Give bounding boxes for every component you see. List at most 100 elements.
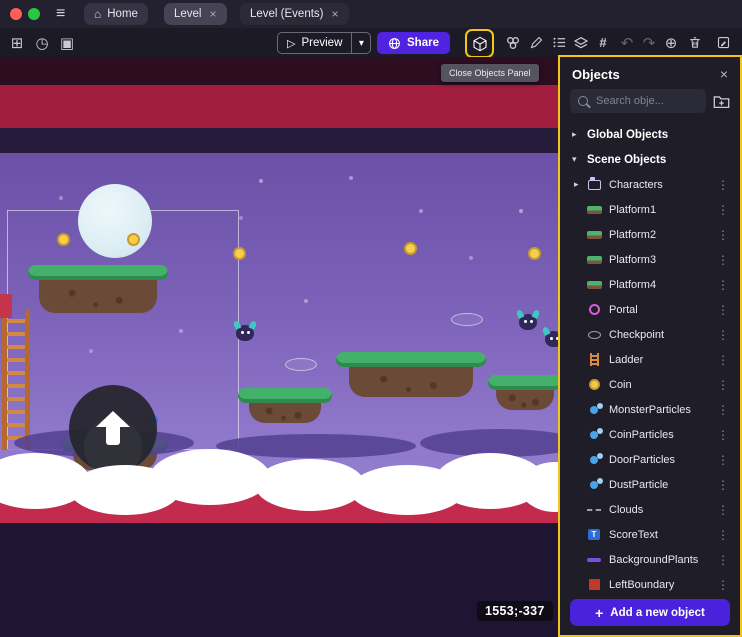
edit-scene-icon[interactable] (712, 28, 734, 57)
section-global-objects[interactable]: ▸ Global Objects (560, 122, 740, 147)
undo-icon[interactable]: ↶ (616, 28, 638, 57)
tab-close-icon[interactable]: × (210, 7, 217, 21)
tooltip: Close Objects Panel (441, 64, 539, 82)
object-row-Platform2[interactable]: ▸ Platform2 ⋮ (560, 222, 740, 247)
object-row-Clouds[interactable]: ▸ Clouds ⋮ (560, 497, 740, 522)
layers-icon[interactable] (570, 28, 592, 57)
object-row-Platform4[interactable]: ▸ Platform4 ⋮ (560, 272, 740, 297)
layout-grid-icon[interactable]: ⊞ (6, 28, 28, 57)
search-box[interactable] (570, 89, 706, 113)
cloud-object[interactable] (255, 459, 365, 511)
object-label: DoorParticles (609, 454, 714, 466)
object-label: Portal (609, 304, 714, 316)
object-label: Checkpoint (609, 329, 714, 341)
moon-object[interactable] (78, 184, 152, 258)
kebab-menu-icon[interactable]: ⋮ (714, 578, 732, 592)
kebab-menu-icon[interactable]: ⋮ (714, 553, 732, 567)
clock-icon[interactable]: ◷ (31, 28, 53, 57)
coin-object[interactable] (404, 242, 417, 255)
image-icon[interactable]: ▣ (56, 28, 78, 57)
pencil-icon[interactable] (525, 28, 547, 57)
object-row-DoorParticles[interactable]: ▸ DoorParticles ⋮ (560, 447, 740, 472)
monster-object[interactable] (236, 325, 254, 341)
search-input[interactable] (594, 94, 698, 108)
kebab-menu-icon[interactable]: ⋮ (714, 453, 732, 467)
object-row-ScoreText[interactable]: ▸ ScoreText ⋮ (560, 522, 740, 547)
add-folder-icon[interactable] (713, 94, 730, 109)
toolbar: ⊞ ◷ ▣ ▷ Preview ▾ Share (0, 28, 742, 57)
add-new-object-button[interactable]: + Add a new object (570, 599, 730, 626)
object-label: CoinParticles (609, 429, 714, 441)
kebab-menu-icon[interactable]: ⋮ (714, 328, 732, 342)
object-groups-icon[interactable] (502, 28, 524, 57)
object-row-LeftBoundary[interactable]: ▸ LeftBoundary ⋮ (560, 572, 740, 597)
object-row-BackgroundPlants[interactable]: ▸ BackgroundPlants ⋮ (560, 547, 740, 572)
kebab-menu-icon[interactable]: ⋮ (714, 278, 732, 292)
coin-object[interactable] (57, 233, 70, 246)
move-up-arrow-overlay[interactable] (69, 385, 157, 473)
objects-panel-toggle-button[interactable] (465, 29, 494, 58)
object-row-DustParticle[interactable]: ▸ DustParticle ⋮ (560, 472, 740, 497)
tab-home[interactable]: ⌂ Home (84, 3, 148, 25)
object-row-Platform1[interactable]: ▸ Platform1 ⋮ (560, 197, 740, 222)
coin-object[interactable] (528, 247, 541, 260)
kebab-menu-icon[interactable]: ⋮ (714, 253, 732, 267)
kebab-menu-icon[interactable]: ⋮ (714, 503, 732, 517)
objects-panel-header: Objects × (560, 57, 740, 89)
globe-icon (388, 37, 401, 50)
object-row-Platform3[interactable]: ▸ Platform3 ⋮ (560, 247, 740, 272)
kebab-menu-icon[interactable]: ⋮ (714, 403, 732, 417)
kebab-menu-icon[interactable]: ⋮ (714, 303, 732, 317)
close-icon[interactable]: × (720, 66, 728, 82)
panel-title: Objects (572, 67, 620, 82)
redo-icon[interactable]: ↷ (638, 28, 660, 57)
ladder-object[interactable] (2, 310, 30, 450)
object-label: Platform2 (609, 229, 714, 241)
object-row-Checkpoint[interactable]: ▸ Checkpoint ⋮ (560, 322, 740, 347)
section-scene-objects[interactable]: ▾ Scene Objects (560, 147, 740, 172)
kebab-menu-icon[interactable]: ⋮ (714, 478, 732, 492)
object-row-CoinParticles[interactable]: ▸ CoinParticles ⋮ (560, 422, 740, 447)
trash-icon[interactable] (684, 28, 706, 57)
cloud-object[interactable] (150, 449, 270, 505)
tab-level-events[interactable]: Level (Events) × (240, 3, 349, 25)
platform-object[interactable] (488, 375, 562, 410)
platform-icon (587, 231, 602, 239)
kebab-menu-icon[interactable]: ⋮ (714, 353, 732, 367)
chevron-down-icon[interactable]: ▾ (352, 38, 370, 49)
preview-button[interactable]: ▷ Preview ▾ (277, 32, 371, 54)
object-row-Characters[interactable]: ▸ Characters ⋮ (560, 172, 740, 197)
kebab-menu-icon[interactable]: ⋮ (714, 428, 732, 442)
coin-object[interactable] (127, 233, 140, 246)
window-zoom-button[interactable] (28, 8, 40, 20)
platform-object[interactable] (238, 388, 332, 423)
window-close-button[interactable] (10, 8, 22, 20)
object-label: Ladder (609, 354, 714, 366)
share-button[interactable]: Share (377, 32, 450, 54)
tab-close-icon[interactable]: × (332, 7, 339, 21)
kebab-menu-icon[interactable]: ⋮ (714, 378, 732, 392)
kebab-menu-icon[interactable]: ⋮ (714, 528, 732, 542)
kebab-menu-icon[interactable]: ⋮ (714, 203, 732, 217)
zoom-in-icon[interactable]: ⊕ (660, 28, 682, 57)
object-row-Ladder[interactable]: ▸ Ladder ⋮ (560, 347, 740, 372)
coin-object[interactable] (233, 247, 246, 260)
particles-icon (590, 406, 598, 414)
grid-icon[interactable]: # (592, 28, 614, 57)
hamburger-menu-icon[interactable]: ≡ (56, 0, 65, 28)
tab-level[interactable]: Level × (164, 3, 227, 25)
left-boundary-object[interactable] (0, 294, 12, 318)
monster-object[interactable] (519, 314, 537, 330)
platform-object[interactable] (28, 265, 168, 313)
home-icon: ⌂ (94, 7, 101, 21)
object-row-MonsterParticles[interactable]: ▸ MonsterParticles ⋮ (560, 397, 740, 422)
kebab-menu-icon[interactable]: ⋮ (714, 228, 732, 242)
add-button-label: Add a new object (610, 607, 705, 619)
object-row-Coin[interactable]: ▸ Coin ⋮ (560, 372, 740, 397)
checkpoint-object[interactable] (451, 313, 483, 326)
object-row-Portal[interactable]: ▸ Portal ⋮ (560, 297, 740, 322)
kebab-menu-icon[interactable]: ⋮ (714, 178, 732, 192)
platform-object[interactable] (336, 352, 486, 397)
instances-list-icon[interactable] (548, 28, 570, 57)
checkpoint-object[interactable] (285, 358, 317, 371)
